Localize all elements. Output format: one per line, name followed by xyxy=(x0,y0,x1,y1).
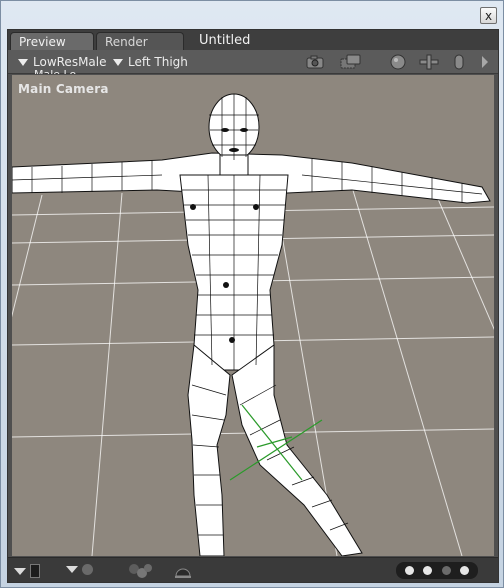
tab-preview[interactable]: Preview xyxy=(10,32,94,50)
camera-label[interactable]: Main Camera xyxy=(18,82,109,96)
preview-spheres-icon[interactable] xyxy=(126,562,154,583)
display-style-icon[interactable] xyxy=(14,564,40,578)
actor-dropdown[interactable]: Left Thigh xyxy=(113,54,188,70)
chevron-down-icon xyxy=(66,566,78,573)
menu-arrow-icon[interactable] xyxy=(478,53,492,71)
page-dot[interactable] xyxy=(441,566,451,575)
viewport-bottom-bar xyxy=(8,557,498,582)
scale-icon[interactable] xyxy=(452,53,466,71)
tab-preview-label: Preview xyxy=(19,35,66,49)
viewport-window: x Preview Render Untitled LowResMale Mal… xyxy=(0,0,504,588)
camera-icon[interactable] xyxy=(304,53,328,71)
tab-render-label: Render xyxy=(105,35,148,49)
figure-mesh xyxy=(12,93,491,556)
page-dot[interactable] xyxy=(405,566,415,575)
page-dot[interactable] xyxy=(423,566,433,575)
close-icon: x xyxy=(484,8,493,23)
camera-dolly-icon[interactable] xyxy=(338,53,364,71)
page-dots[interactable] xyxy=(396,562,478,579)
figure-dropdown-label: LowResMale xyxy=(33,55,107,69)
chevron-down-icon xyxy=(14,567,26,575)
close-button[interactable]: x xyxy=(480,7,497,24)
trackball-icon[interactable] xyxy=(388,53,408,71)
chevron-down-icon xyxy=(18,58,28,66)
figure-style-icon[interactable] xyxy=(174,562,192,583)
document-panel: Preview Render Untitled LowResMale Male … xyxy=(7,29,499,583)
sphere-icon xyxy=(82,564,93,575)
viewport-toolbar: LowResMale Male Lo Left Thigh xyxy=(8,50,498,74)
square-icon xyxy=(30,564,40,578)
tab-render[interactable]: Render xyxy=(96,32,184,50)
page-dot[interactable] xyxy=(459,566,469,575)
document-title: Untitled xyxy=(199,33,251,48)
actor-dropdown-label: Left Thigh xyxy=(128,55,188,69)
figure-dropdown[interactable]: LowResMale xyxy=(18,54,107,70)
figure-sublabel: Male Lo xyxy=(34,70,76,74)
scene-render xyxy=(12,93,494,556)
move-xy-icon[interactable] xyxy=(416,53,442,71)
chevron-down-icon xyxy=(113,58,123,66)
3d-viewport[interactable]: Main Camera xyxy=(12,75,494,556)
render-style-icon[interactable] xyxy=(66,564,93,575)
tab-bar: Preview Render Untitled xyxy=(8,30,498,50)
